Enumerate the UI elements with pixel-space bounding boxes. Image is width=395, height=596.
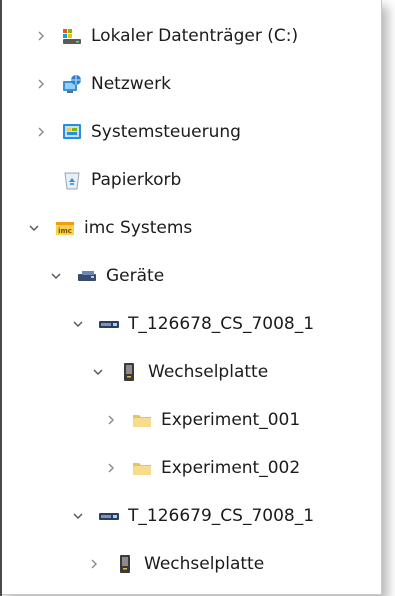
removable-disk-icon <box>114 553 136 575</box>
folder-icon <box>131 409 153 431</box>
imc-icon: imc <box>54 217 76 239</box>
tree-item-experiment-002[interactable]: Experiment_002 <box>0 444 381 492</box>
folder-icon <box>131 457 153 479</box>
tree-item-label: Wechselplatte <box>148 361 269 382</box>
device-icon <box>98 313 120 335</box>
tree-item-label: Netzwerk <box>91 73 171 94</box>
tree-item-label: Lokaler Datenträger (C:) <box>91 25 299 46</box>
recycle-bin-icon <box>61 169 83 191</box>
tree-item-label: Papierkorb <box>91 169 182 190</box>
svg-text:imc: imc <box>58 227 72 235</box>
tree-item-local-drive[interactable]: Lokaler Datenträger (C:) <box>0 12 381 60</box>
device-icon <box>98 505 120 527</box>
tree-item-label: Experiment_001 <box>161 409 301 430</box>
chevron-down-icon[interactable] <box>90 364 106 380</box>
chevron-down-icon[interactable] <box>26 220 42 236</box>
tree-item-device-1[interactable]: T_126678_CS_7008_1 <box>0 300 381 348</box>
tree-item-label: Geräte <box>106 265 165 286</box>
chevron-right-icon[interactable] <box>33 28 49 44</box>
tree-item-experiment-001[interactable]: Experiment_001 <box>0 396 381 444</box>
tree-item-devices[interactable]: Geräte <box>0 252 381 300</box>
tree-item-control-panel[interactable]: Systemsteuerung <box>0 108 381 156</box>
tree-item-recycle-bin[interactable]: Papierkorb <box>0 156 381 204</box>
chevron-down-icon[interactable] <box>70 316 86 332</box>
tree-item-label: Systemsteuerung <box>91 121 241 142</box>
tree-item-imc-systems[interactable]: imc imc Systems <box>0 204 381 252</box>
tree-item-network[interactable]: Netzwerk <box>0 60 381 108</box>
chevron-right-icon[interactable] <box>86 556 102 572</box>
tree-item-label: imc Systems <box>84 217 193 238</box>
tree-item-label: Wechselplatte <box>144 553 265 574</box>
chevron-right-icon[interactable] <box>103 460 119 476</box>
network-icon <box>61 73 83 95</box>
tree-item-label: T_126678_CS_7008_1 <box>128 313 315 334</box>
chevron-right-icon[interactable] <box>33 76 49 92</box>
chevron-right-icon[interactable] <box>103 412 119 428</box>
chevron-right-icon[interactable] <box>33 124 49 140</box>
tree-item-device-2[interactable]: T_126679_CS_7008_1 <box>0 492 381 540</box>
chevron-down-icon[interactable] <box>48 268 64 284</box>
control-panel-icon <box>61 121 83 143</box>
tree-item-label: Experiment_002 <box>161 457 301 478</box>
removable-disk-icon <box>118 361 140 383</box>
folder-tree: Lokaler Datenträger (C:) Netzwerk System… <box>0 12 381 588</box>
tree-item-removable-disk-2[interactable]: Wechselplatte <box>0 540 381 588</box>
devices-icon <box>76 265 98 287</box>
chevron-down-icon[interactable] <box>70 508 86 524</box>
drive-icon <box>61 25 83 47</box>
tree-item-label: T_126679_CS_7008_1 <box>128 505 315 526</box>
window-left-border <box>0 0 2 596</box>
tree-item-removable-disk-1[interactable]: Wechselplatte <box>0 348 381 396</box>
navigation-pane: Lokaler Datenträger (C:) Netzwerk System… <box>0 0 382 595</box>
